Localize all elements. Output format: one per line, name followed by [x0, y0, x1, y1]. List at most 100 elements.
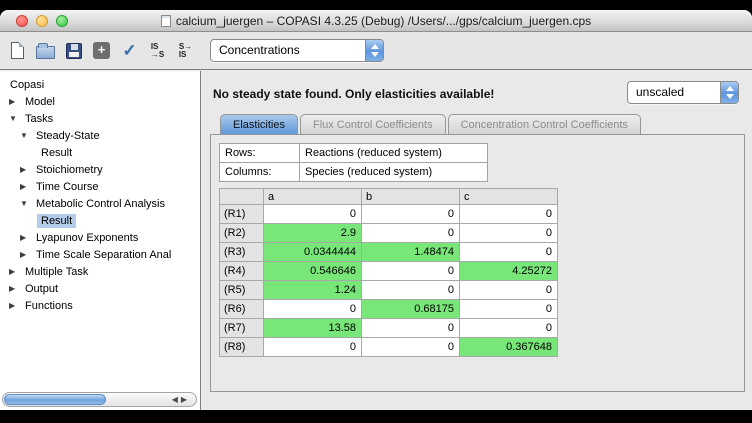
matrix-cell[interactable]: 0: [362, 262, 460, 281]
tree-item-stoichiometry[interactable]: ▶Stoichiometry: [0, 161, 200, 178]
matrix-cell[interactable]: 0.367648: [460, 338, 558, 357]
matrix-cell[interactable]: 0: [460, 205, 558, 224]
s-to-is-button[interactable]: S→ IS: [173, 37, 198, 65]
horizontal-scrollbar[interactable]: ◀▶: [2, 392, 197, 407]
tree-item-time-scale-separation-anal[interactable]: ▶Time Scale Separation Anal: [0, 246, 200, 263]
matrix-cell[interactable]: 0: [362, 338, 460, 357]
row-header-r5: (R5): [220, 281, 264, 300]
screen: calcium_juergen – COPASI 4.3.25 (Debug) …: [0, 0, 752, 423]
axes-info-table: Rows: Reactions (reduced system) Columns…: [219, 143, 488, 182]
tree-item-steady-state[interactable]: ▼Steady-State: [0, 127, 200, 144]
plus-icon: +: [93, 42, 110, 59]
matrix-row: (R2)2.900: [220, 224, 558, 243]
checkmark-icon: ✓: [122, 42, 136, 59]
matrix-cell[interactable]: 0: [362, 224, 460, 243]
matrix-cell[interactable]: 0: [460, 281, 558, 300]
matrix-cell[interactable]: 0: [460, 319, 558, 338]
status-message: No steady state found. Only elasticities…: [213, 87, 494, 101]
disclosure-collapsed-icon[interactable]: ▶: [20, 182, 32, 191]
disclosure-collapsed-icon[interactable]: ▶: [9, 301, 21, 310]
matrix-cell[interactable]: 0: [362, 281, 460, 300]
tab-flux-control-coefficients[interactable]: Flux Control Coefficients: [300, 114, 446, 134]
scrollbar-thumb[interactable]: [4, 394, 106, 405]
matrix-cell[interactable]: 0.68175: [362, 300, 460, 319]
matrix-row: (R5)1.2400: [220, 281, 558, 300]
copasi-window: calcium_juergen – COPASI 4.3.25 (Debug) …: [0, 10, 752, 410]
column-header-b[interactable]: b: [362, 189, 460, 205]
rows-info-row: Rows: Reactions (reduced system): [220, 144, 488, 163]
tab-concentration-control-coefficients[interactable]: Concentration Control Coefficients: [448, 114, 641, 134]
disclosure-expanded-icon[interactable]: ▼: [20, 199, 32, 208]
scrollbar-arrows-icon[interactable]: ◀▶: [172, 395, 190, 404]
tree-item-tasks[interactable]: ▼Tasks: [0, 110, 200, 127]
tree-item-label: Time Scale Separation Anal: [32, 248, 175, 262]
rows-value: Reactions (reduced system): [300, 144, 488, 163]
save-file-button[interactable]: [61, 37, 86, 65]
scale-select-value: unscaled: [628, 82, 720, 103]
title-bar[interactable]: calcium_juergen – COPASI 4.3.25 (Debug) …: [0, 10, 752, 32]
concentrations-select[interactable]: Concentrations: [210, 39, 384, 62]
check-model-button[interactable]: ✓: [117, 37, 142, 65]
disclosure-collapsed-icon[interactable]: ▶: [9, 97, 21, 106]
expand-model-button[interactable]: +: [89, 37, 114, 65]
tree-item-result[interactable]: Result: [0, 144, 200, 161]
matrix-cell[interactable]: 0: [362, 319, 460, 338]
new-file-icon: [11, 42, 24, 59]
tree-item-label: Functions: [21, 299, 77, 313]
tree-item-result[interactable]: Result: [0, 212, 200, 229]
tree-item-metabolic-control-analysis[interactable]: ▼Metabolic Control Analysis: [0, 195, 200, 212]
matrix-cell[interactable]: 2.9: [264, 224, 362, 243]
save-icon: [66, 43, 82, 59]
new-file-button[interactable]: [5, 37, 30, 65]
matrix-cell[interactable]: 0: [460, 300, 558, 319]
disclosure-collapsed-icon[interactable]: ▶: [20, 250, 32, 259]
tree-item-model[interactable]: ▶Model: [0, 93, 200, 110]
matrix-cell[interactable]: 1.24: [264, 281, 362, 300]
minimize-window-button[interactable]: [36, 15, 48, 27]
tree-item-label: Stoichiometry: [32, 163, 107, 177]
is-to-s-button[interactable]: IS →S: [145, 37, 170, 65]
combo-stepper-icon: [365, 40, 383, 61]
matrix-cell[interactable]: 0: [264, 300, 362, 319]
open-folder-icon: [36, 46, 55, 59]
tree-item-output[interactable]: ▶Output: [0, 280, 200, 297]
matrix-cell[interactable]: 0.546646: [264, 262, 362, 281]
matrix-cell[interactable]: 0: [264, 338, 362, 357]
close-window-button[interactable]: [16, 15, 28, 27]
window-body: Copasi▶Model▼Tasks▼Steady-StateResult▶St…: [0, 71, 752, 410]
matrix-cell[interactable]: 0: [460, 243, 558, 262]
tree-item-copasi[interactable]: Copasi: [0, 76, 200, 93]
disclosure-collapsed-icon[interactable]: ▶: [20, 233, 32, 242]
disclosure-collapsed-icon[interactable]: ▶: [9, 267, 21, 276]
matrix-cell[interactable]: 1.48474: [362, 243, 460, 262]
open-file-button[interactable]: [33, 37, 58, 65]
column-header-a[interactable]: a: [264, 189, 362, 205]
s-to-is-icon: S→ IS: [179, 43, 192, 59]
disclosure-collapsed-icon[interactable]: ▶: [20, 165, 32, 174]
tree-item-lyapunov-exponents[interactable]: ▶Lyapunov Exponents: [0, 229, 200, 246]
matrix-cell[interactable]: 0: [460, 224, 558, 243]
matrix-cell[interactable]: 0: [362, 205, 460, 224]
matrix-cell[interactable]: 13.58: [264, 319, 362, 338]
row-header-r7: (R7): [220, 319, 264, 338]
matrix-cell[interactable]: 4.25272: [460, 262, 558, 281]
sidebar: Copasi▶Model▼Tasks▼Steady-StateResult▶St…: [0, 71, 201, 410]
matrix-cell[interactable]: 0: [264, 205, 362, 224]
scale-select[interactable]: unscaled: [627, 81, 739, 104]
tab-elasticities[interactable]: Elasticities: [220, 114, 298, 134]
row-header-r6: (R6): [220, 300, 264, 319]
disclosure-collapsed-icon[interactable]: ▶: [9, 284, 21, 293]
tree-item-multiple-task[interactable]: ▶Multiple Task: [0, 263, 200, 280]
matrix-row: (R3)0.03444441.484740: [220, 243, 558, 262]
disclosure-expanded-icon[interactable]: ▼: [20, 131, 32, 140]
tree-item-time-course[interactable]: ▶Time Course: [0, 178, 200, 195]
elasticities-matrix: abc (R1)000(R2)2.900(R3)0.03444441.48474…: [219, 188, 558, 357]
matrix-cell[interactable]: 0.0344444: [264, 243, 362, 262]
tree-item-functions[interactable]: ▶Functions: [0, 297, 200, 314]
zoom-window-button[interactable]: [56, 15, 68, 27]
tree-item-label: Tasks: [21, 112, 57, 126]
window-title: calcium_juergen – COPASI 4.3.25 (Debug) …: [176, 14, 591, 28]
disclosure-expanded-icon[interactable]: ▼: [9, 114, 21, 123]
tree-item-label: Metabolic Control Analysis: [32, 197, 169, 211]
column-header-c[interactable]: c: [460, 189, 558, 205]
